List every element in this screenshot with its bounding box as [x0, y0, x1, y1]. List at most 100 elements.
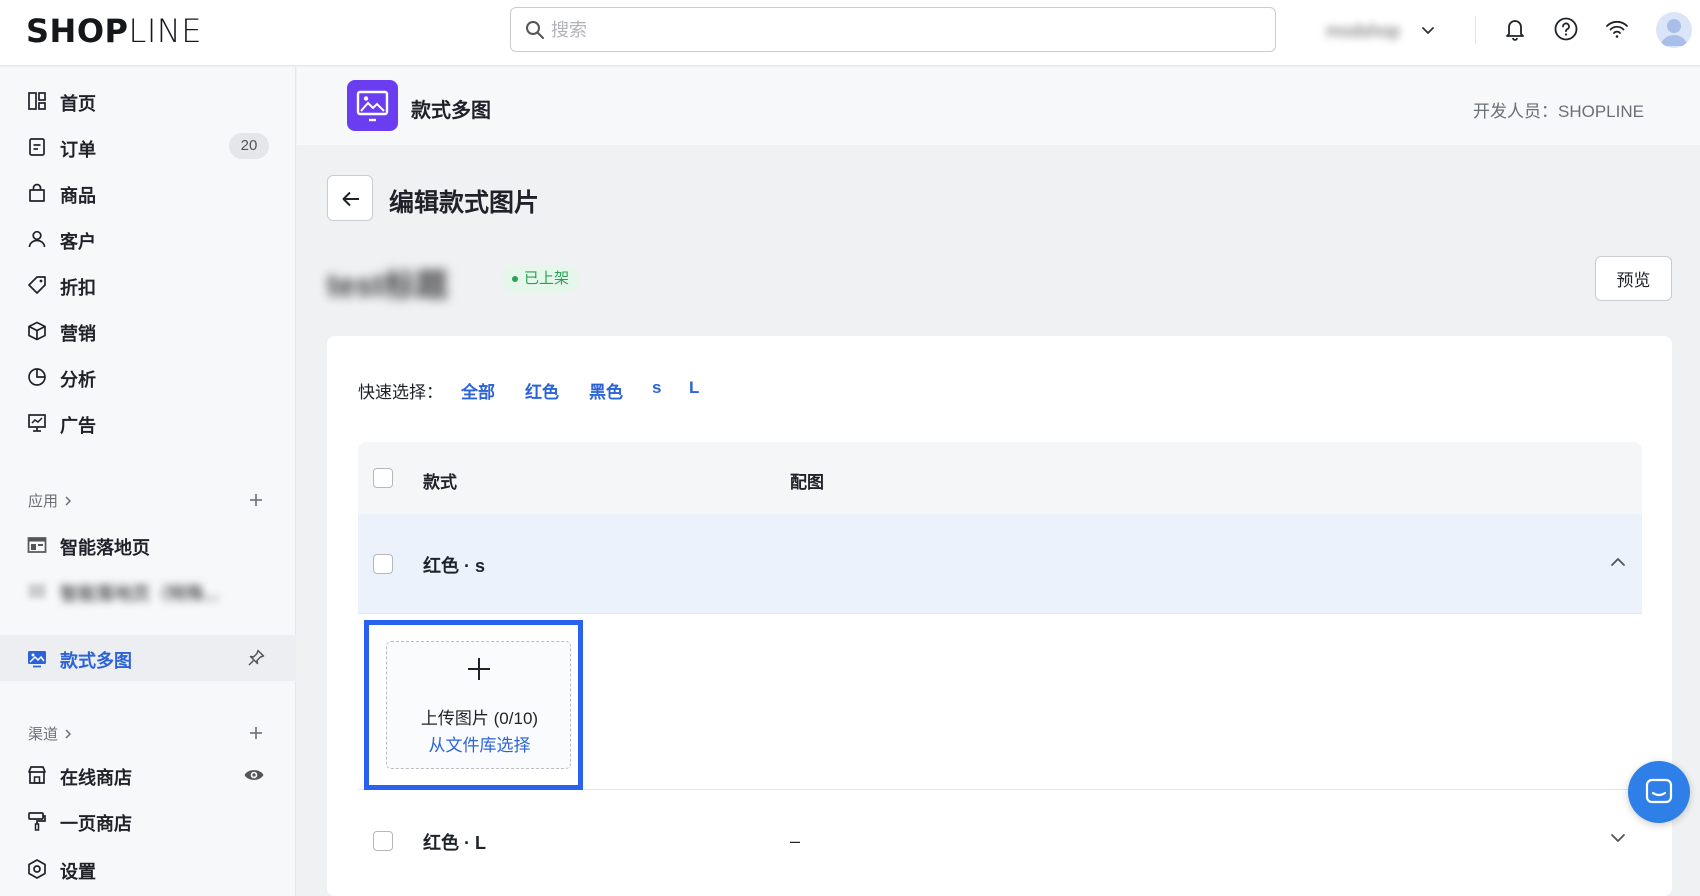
order-icon: [26, 136, 48, 158]
sidebar-item-home[interactable]: 首页: [0, 78, 296, 124]
status-badge: 已上架: [502, 265, 580, 293]
chevron-right-icon: [62, 728, 74, 740]
channels-section-label[interactable]: 渠道: [28, 723, 74, 744]
sidebar-app-landing-page[interactable]: 智能落地页: [0, 522, 296, 568]
sidebar-item-customers[interactable]: 客户: [0, 216, 296, 262]
row-checkbox[interactable]: [373, 554, 393, 574]
choose-from-library-link[interactable]: 从文件库选择: [387, 731, 572, 756]
sidebar-item-marketing[interactable]: 营销: [0, 308, 296, 354]
sidebar-item-label: 营销: [60, 324, 96, 344]
pie-icon: [26, 366, 48, 388]
sidebar-app-landing-page-special[interactable]: 智能落地页（特殊...: [0, 568, 296, 614]
landing-icon: [26, 580, 48, 602]
preview-button[interactable]: 预览: [1595, 256, 1672, 301]
app-title: 款式多图: [411, 100, 491, 122]
upload-area: 上传图片 (0/10) 从文件库选择: [358, 614, 1642, 790]
bell-icon[interactable]: [1502, 16, 1528, 42]
shop-name: modshop: [1326, 20, 1401, 41]
pin-icon[interactable]: [246, 648, 266, 668]
sidebar-app-variant-images[interactable]: 款式多图: [0, 635, 296, 681]
add-channel-button[interactable]: [246, 723, 266, 743]
quick-select-black[interactable]: 黑色: [589, 378, 623, 403]
chat-icon: [1644, 777, 1674, 807]
page-title: 编辑款式图片: [389, 189, 540, 217]
search-icon: [525, 20, 545, 40]
select-all-checkbox[interactable]: [373, 468, 393, 488]
sidebar: 首页 订单 20 商品 客户 折扣 营销 分析 广告 应用 智能落地页 智能落地…: [0, 67, 296, 896]
landing-icon: [26, 534, 48, 556]
table-header: 款式 配图: [358, 442, 1642, 514]
column-header-variant: 款式: [423, 473, 457, 492]
search-input[interactable]: [551, 16, 1251, 44]
shopline-logo[interactable]: SHOPLINE: [26, 12, 202, 50]
table-row[interactable]: 红色 · s: [358, 514, 1642, 614]
sidebar-item-label: 在线商店: [60, 768, 132, 788]
variant-label: 红色 · s: [423, 556, 486, 576]
wifi-icon[interactable]: [1604, 16, 1630, 42]
sidebar-item-ads[interactable]: 广告: [0, 400, 296, 446]
quick-select-l[interactable]: L: [689, 378, 699, 398]
sidebar-item-label: 订单: [60, 140, 96, 160]
upload-image-box[interactable]: 上传图片 (0/10) 从文件库选择: [386, 641, 571, 769]
tag-icon: [26, 274, 48, 296]
sidebar-item-label: 首页: [60, 94, 96, 114]
top-bar: SHOPLINE modshop: [0, 0, 1700, 66]
sidebar-item-label: 智能落地页（特殊...: [60, 584, 220, 604]
app-header: 款式多图 开发人员：SHOPLINE: [297, 67, 1700, 145]
sidebar-item-analytics[interactable]: 分析: [0, 354, 296, 400]
chevron-up-icon[interactable]: [1609, 553, 1627, 571]
order-count-badge: 20: [229, 133, 269, 159]
bag-icon: [26, 182, 48, 204]
table-row[interactable]: 红色 · L –: [358, 791, 1642, 896]
sidebar-item-label: 一页商店: [60, 814, 132, 834]
sidebar-item-label: 折扣: [60, 278, 96, 298]
shop-switcher[interactable]: modshop: [1326, 16, 1446, 46]
ad-icon: [26, 412, 48, 434]
column-header-image: 配图: [790, 473, 824, 492]
sidebar-item-settings[interactable]: 设置: [0, 846, 296, 892]
sidebar-channel-online-store[interactable]: 在线商店: [0, 752, 296, 798]
home-icon: [26, 90, 48, 112]
developer-label: 开发人员：SHOPLINE: [1473, 102, 1644, 121]
chat-support-button[interactable]: [1628, 761, 1690, 823]
sidebar-item-label: 广告: [60, 416, 96, 436]
quick-select-red[interactable]: 红色: [525, 378, 559, 403]
box-icon: [26, 320, 48, 342]
upload-image-label: 上传图片 (0/10): [420, 709, 539, 728]
sidebar-item-label: 设置: [60, 862, 96, 882]
row-checkbox[interactable]: [373, 831, 393, 851]
add-app-button[interactable]: [246, 490, 266, 510]
search-bar[interactable]: [510, 7, 1276, 52]
help-icon[interactable]: [1553, 16, 1579, 42]
variant-images-card: 快速选择： 全部 红色 黑色 s L 款式 配图 红色 · s 上传图片 (0/…: [327, 336, 1672, 896]
user-icon: [26, 228, 48, 250]
sidebar-item-discounts[interactable]: 折扣: [0, 262, 296, 308]
plus-icon: [466, 656, 492, 682]
quick-select-all[interactable]: 全部: [461, 378, 495, 403]
apps-section-label[interactable]: 应用: [28, 490, 74, 511]
sidebar-item-label: 商品: [60, 186, 96, 206]
sidebar-item-products[interactable]: 商品: [0, 170, 296, 216]
app-gallery-icon: [347, 80, 398, 131]
sidebar-item-orders[interactable]: 订单 20: [0, 124, 296, 170]
back-button[interactable]: [327, 175, 373, 221]
status-dot: [512, 276, 518, 282]
brush-icon: [26, 810, 48, 832]
chevron-right-icon: [62, 495, 74, 507]
sidebar-item-label: 分析: [60, 370, 96, 390]
chevron-down-icon: [1420, 23, 1436, 39]
avatar[interactable]: [1656, 12, 1692, 48]
quick-select-s[interactable]: s: [652, 378, 661, 398]
sidebar-channel-one-page-store[interactable]: 一页商店: [0, 798, 296, 844]
variant-label: 红色 · L: [423, 833, 486, 853]
store-icon: [26, 764, 48, 786]
eye-icon[interactable]: [243, 765, 265, 785]
settings-icon: [26, 858, 48, 880]
sidebar-item-label: 款式多图: [60, 651, 132, 671]
divider: [1475, 16, 1476, 44]
gallery-icon: [26, 647, 48, 669]
chevron-down-icon[interactable]: [1609, 829, 1627, 847]
product-name: test标题: [327, 267, 448, 303]
sidebar-item-label: 客户: [60, 232, 96, 252]
sidebar-item-label: 智能落地页: [60, 538, 150, 558]
